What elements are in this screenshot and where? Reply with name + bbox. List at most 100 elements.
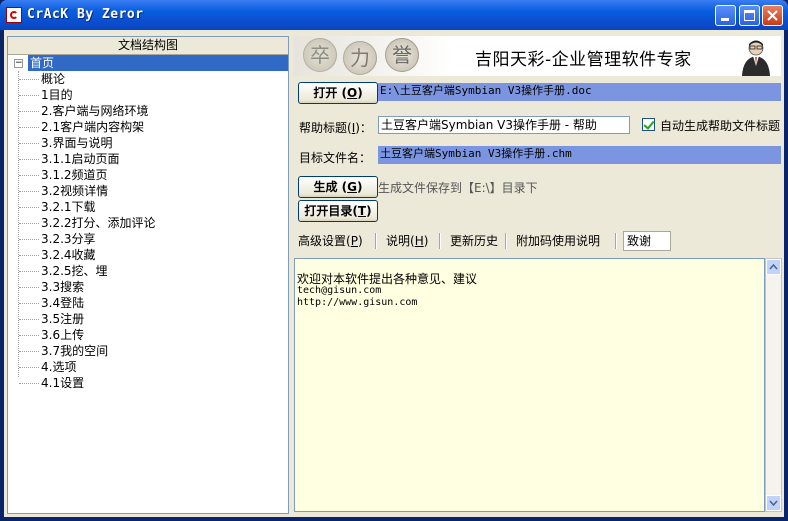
auto-title-checkbox[interactable] <box>642 118 655 131</box>
tree-connector <box>19 175 39 176</box>
close-button[interactable] <box>762 5 783 26</box>
tree-item[interactable]: 2.客户端与网络环境 <box>41 103 148 119</box>
minimize-button[interactable] <box>715 5 736 26</box>
open-mnemonic: O <box>347 86 358 100</box>
tree-item[interactable]: 3.6上传 <box>41 327 84 343</box>
tree-connector <box>19 319 39 320</box>
tree-item[interactable]: 3.1.2频道页 <box>41 167 108 183</box>
save-location-hint: 生成文件保存到【E:\】目录下 <box>378 181 538 195</box>
tree-connector <box>19 79 39 80</box>
source-path-field[interactable]: E:\土豆客户端Symbian V3操作手册.doc <box>378 83 781 101</box>
help-title-text: 帮助标题 <box>299 121 348 135</box>
open-button[interactable]: 打开 (O) <box>298 82 378 104</box>
open-dir-button-label: 打开目录 <box>304 204 353 218</box>
tab-addon-code-help[interactable]: 附加码使用说明 <box>516 230 600 252</box>
tree-item[interactable]: 3.2.2打分、添加评论 <box>41 215 156 231</box>
tree-connector <box>19 191 39 192</box>
banner-slogan: 吉阳天彩-企业管理软件专家 <box>475 50 692 70</box>
tree-root-label[interactable]: 首页 <box>28 55 288 71</box>
title-bar[interactable]: CrAcK By Zeror <box>0 0 788 30</box>
tree-connector <box>19 271 39 272</box>
tree-item[interactable]: 3.2.4收藏 <box>41 247 96 263</box>
collapse-icon[interactable]: − <box>14 59 23 68</box>
tree-connector <box>19 207 39 208</box>
tree-item[interactable]: 3.2.1下载 <box>41 199 96 215</box>
scroll-down-icon <box>769 500 778 507</box>
minimize-icon <box>721 18 729 21</box>
generate-button-label: 生成 <box>313 180 338 194</box>
tree-connector <box>19 335 39 336</box>
tree-item[interactable]: 3.1.1启动页面 <box>41 151 120 167</box>
tree-item[interactable]: 3.7我的空间 <box>41 343 108 359</box>
tab-divider <box>375 233 377 249</box>
maximize-icon <box>744 10 755 21</box>
tree-item[interactable]: 3.界面与说明 <box>41 135 112 151</box>
open-dir-mnemonic: T <box>357 204 367 218</box>
tab-divider <box>505 233 507 249</box>
tree-item[interactable]: 3.5注册 <box>41 311 84 327</box>
tab-update-history[interactable]: 更新历史 <box>450 230 498 252</box>
target-name-field[interactable]: 土豆客户端Symbian V3操作手册.chm <box>378 146 781 164</box>
tree-connector <box>19 367 39 368</box>
tree-item[interactable]: 3.4登陆 <box>41 295 84 311</box>
tree-item[interactable]: 3.2.5挖、埋 <box>41 263 108 279</box>
tree-connector <box>19 239 39 240</box>
tree-connector <box>18 71 19 377</box>
tab-divider <box>615 233 617 249</box>
content-scrollbar[interactable] <box>765 258 782 512</box>
tab-instructions[interactable]: 说明(H) <box>386 230 428 252</box>
tree-connector <box>19 223 39 224</box>
tree-item[interactable]: 4.1设置 <box>41 375 84 391</box>
generate-mnemonic: G <box>347 180 358 194</box>
tree-connector <box>19 159 39 160</box>
tree-item[interactable]: 4.选项 <box>41 359 76 375</box>
help-title-label: 帮助标题(I)： <box>299 121 372 135</box>
tree-item[interactable]: 3.3搜索 <box>41 279 84 295</box>
content-url[interactable]: http://www.gisun.com <box>297 297 417 308</box>
banner: 卒 力 誉 吉阳天彩-企业管理软件专家 <box>293 36 781 76</box>
tree-connector <box>19 255 39 256</box>
app-icon[interactable] <box>6 7 22 23</box>
tab-acknowledgements[interactable]: 致谢 <box>623 231 671 251</box>
tab-mnemonic: H <box>414 234 424 248</box>
tree-connector <box>19 143 39 144</box>
tree-connector <box>19 127 39 128</box>
tree-item[interactable]: 3.2.3分享 <box>41 231 96 247</box>
businessman-icon <box>742 40 770 76</box>
scroll-up-button[interactable] <box>766 259 781 275</box>
tab-label: 说明 <box>386 234 411 248</box>
tree-header: 文档结构图 <box>8 37 288 55</box>
open-button-label: 打开 <box>313 86 338 100</box>
document-structure-panel: 文档结构图 − 首页 概论 1目的 2.客户端与网络环境 2.1客户端内容构架 3.界面… <box>7 36 289 514</box>
tree-connector <box>19 303 39 304</box>
scroll-down-button[interactable] <box>766 495 781 511</box>
content-email[interactable]: tech@gisun.com <box>297 285 381 296</box>
tab-label: 高级设置 <box>298 234 347 248</box>
tree-connector <box>19 383 39 384</box>
tree-connector <box>19 111 39 112</box>
close-icon <box>767 10 778 21</box>
scroll-up-icon <box>769 263 778 270</box>
tab-advanced-settings[interactable]: 高级设置(P) <box>298 230 363 252</box>
tree-root[interactable]: − 首页 <box>12 55 288 71</box>
tree-connector <box>19 287 39 288</box>
client-area: 文档结构图 − 首页 概论 1目的 2.客户端与网络环境 2.1客户端内容构架 3.界面… <box>4 30 784 517</box>
tree-connector <box>19 95 39 96</box>
acknowledgements-content[interactable]: 欢迎对本软件提出各种意见、建议 tech@gisun.com http://ww… <box>294 258 765 512</box>
tree-item[interactable]: 概论 <box>41 71 65 87</box>
banner-fade <box>293 36 453 76</box>
tree-item[interactable]: 3.2视频详情 <box>41 183 108 199</box>
tab-mnemonic: P <box>350 234 358 248</box>
target-name-label: 目标文件名： <box>299 151 372 165</box>
maximize-button[interactable] <box>739 5 760 26</box>
open-directory-button[interactable]: 打开目录(T) <box>298 200 378 222</box>
auto-title-label[interactable]: 自动生成帮助文件标题 <box>660 117 780 134</box>
help-title-mnemonic: I <box>351 121 356 135</box>
generate-button[interactable]: 生成 (G) <box>298 176 378 198</box>
app-window: CrAcK By Zeror 文档结构图 − 首页 概论 1目的 2.客户端与网络环… <box>0 0 788 521</box>
help-title-input[interactable]: 土豆客户端Symbian V3操作手册 - 帮助 <box>378 116 630 134</box>
tree-item[interactable]: 2.1客户端内容构架 <box>41 119 144 135</box>
tab-divider <box>439 233 441 249</box>
tree-connector <box>19 351 39 352</box>
tree-item[interactable]: 1目的 <box>41 87 73 103</box>
